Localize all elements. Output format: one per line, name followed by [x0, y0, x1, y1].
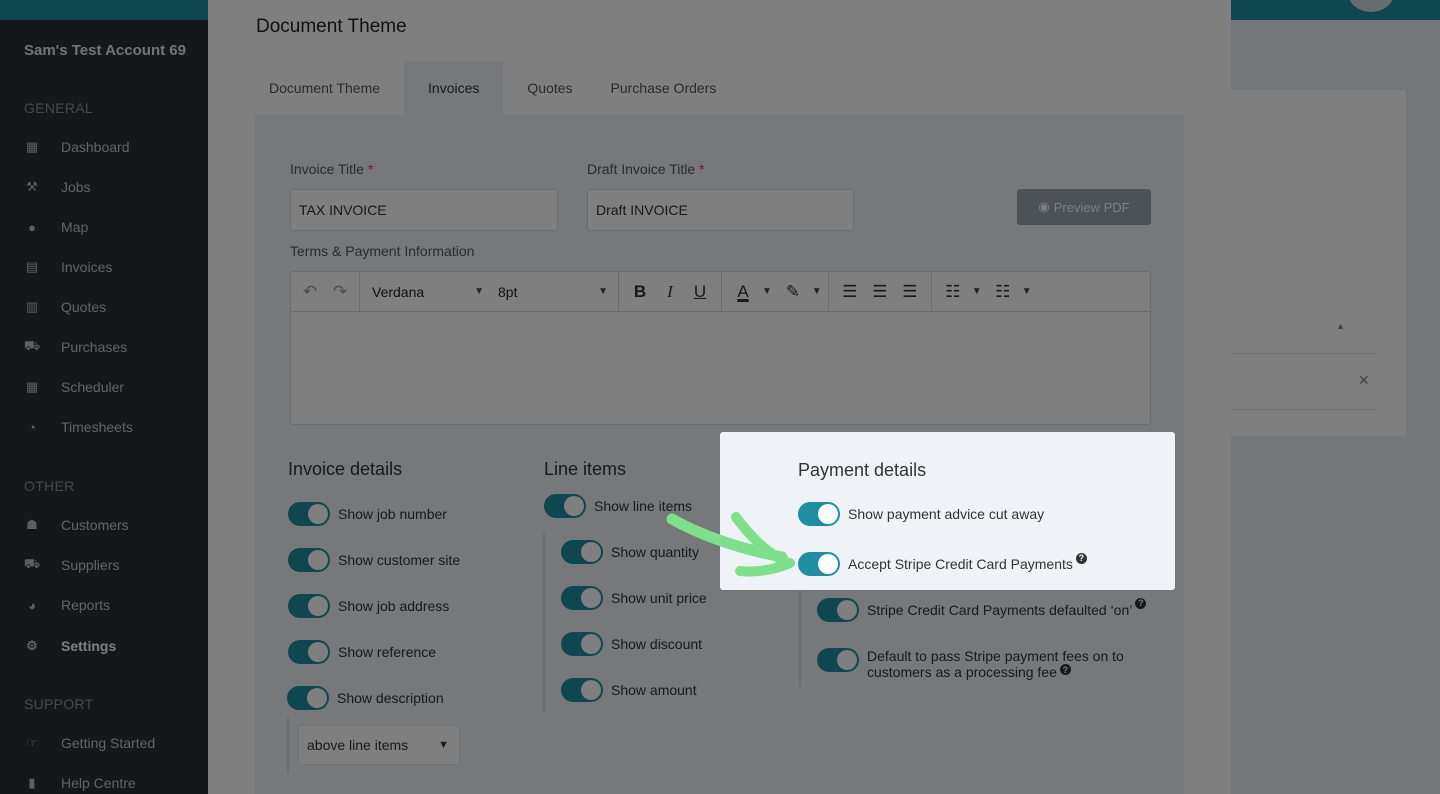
toggle-accept-stripe-payments[interactable]: Accept Stripe Credit Card Payments? [798, 552, 1087, 576]
help-icon: ? [1075, 552, 1087, 564]
payment-details-title: Payment details [798, 460, 927, 480]
toggle-show-payment-advice[interactable]: Show payment advice cut away [798, 502, 1044, 526]
toggle-switch [798, 552, 840, 576]
dim-overlay [0, 0, 1440, 794]
green-arrow-icon [666, 512, 795, 577]
toggle-switch [798, 502, 840, 526]
